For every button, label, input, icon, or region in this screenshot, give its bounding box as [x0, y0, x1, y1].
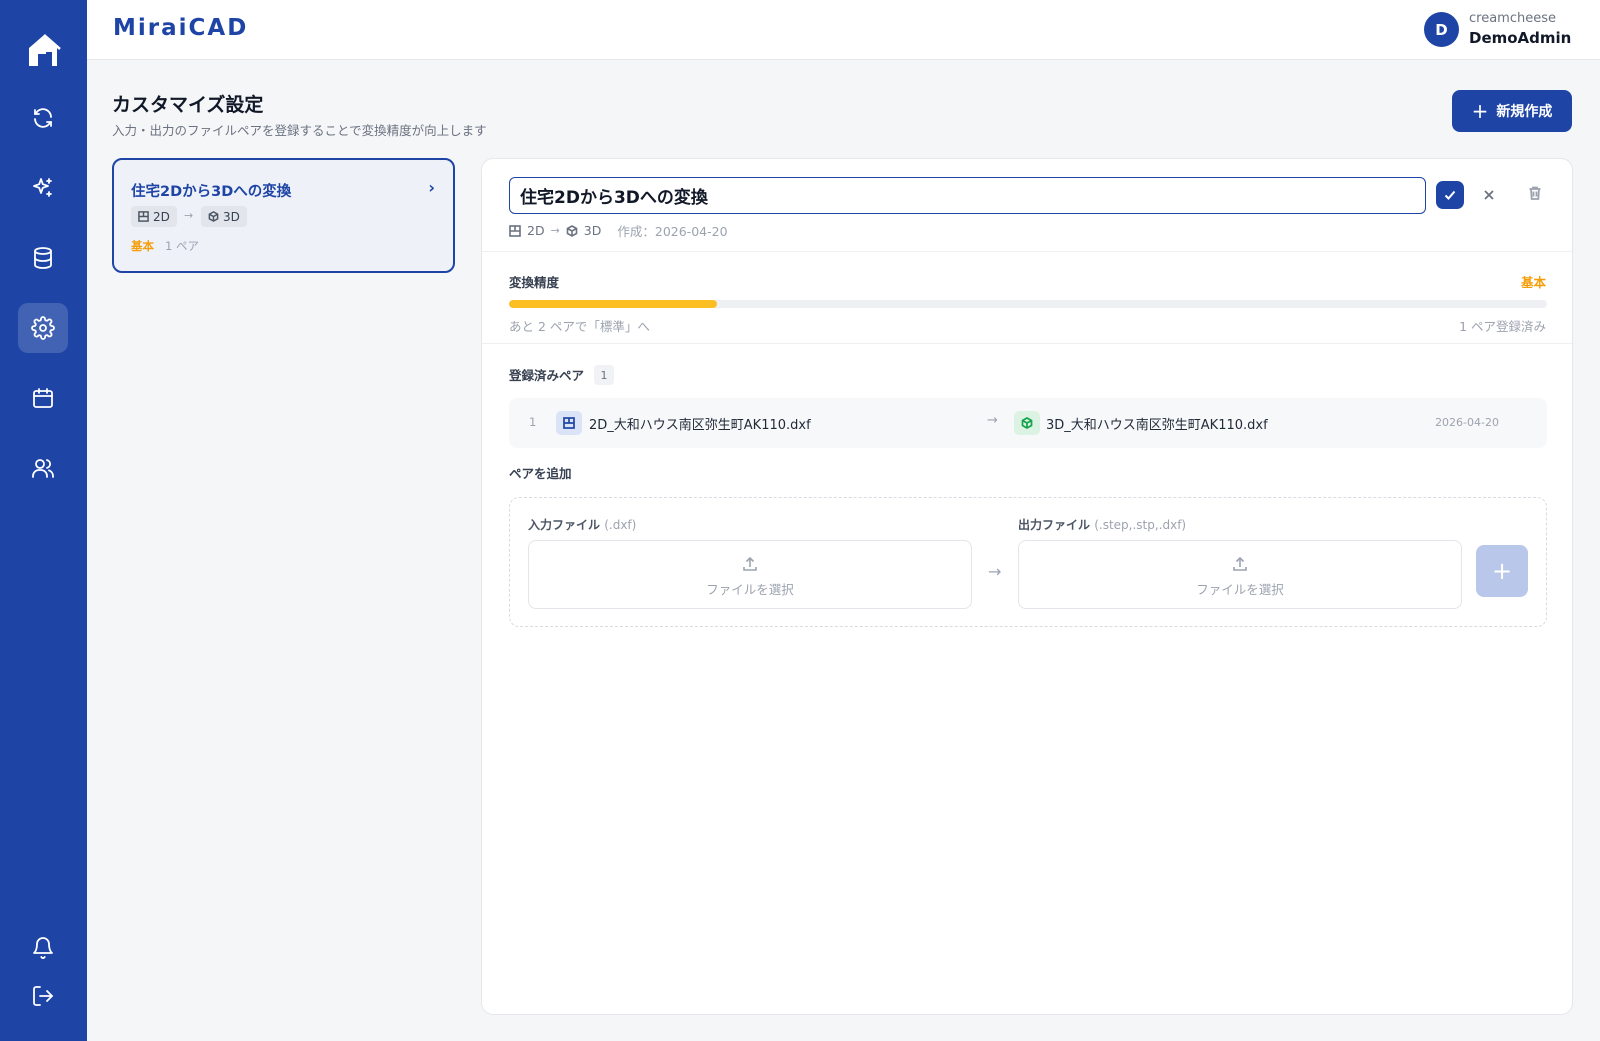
- output-file-dropzone[interactable]: ファイルを選択: [1018, 540, 1462, 609]
- output-type-label: 3D: [583, 223, 602, 238]
- accuracy-progress-fill: [509, 300, 717, 308]
- pair-count: 1 ペア: [165, 239, 199, 253]
- input-file-ext: (.dxf): [604, 518, 637, 532]
- accuracy-label: 変換精度: [509, 275, 560, 290]
- table-row[interactable]: 1 2D_大和ハウス南区弥生町AK110.dxf → 3D_大和ハウス南区弥生町…: [509, 398, 1547, 448]
- select-file-text: ファイルを選択: [706, 582, 794, 597]
- conversion-meta: 2D → 3D 作成：2026-04-20: [509, 221, 728, 240]
- output-file-label-text: 出力ファイル: [1018, 518, 1091, 532]
- floorplan-icon: [509, 224, 521, 237]
- divider: [482, 343, 1572, 344]
- accuracy-progress-bar: [509, 300, 1547, 308]
- pair-date: 2026-04-20: [1435, 416, 1499, 429]
- input-file-label: 入力ファイル (.dxf): [528, 516, 636, 533]
- close-icon: [1484, 190, 1494, 200]
- upload-icon: [743, 556, 757, 571]
- sidebar-item-users[interactable]: [18, 443, 68, 493]
- list-item-title: 住宅2Dから3Dへの変換: [131, 184, 292, 200]
- output-file-label: 出力ファイル (.step,.stp,.dxf): [1018, 516, 1186, 533]
- delete-button[interactable]: [1522, 180, 1548, 206]
- output-type-chip: 3D: [201, 206, 247, 227]
- input-file-dropzone[interactable]: ファイルを選択: [528, 540, 972, 609]
- page-title: カスタマイズ設定: [112, 94, 264, 116]
- cancel-button[interactable]: [1476, 182, 1502, 208]
- chevron-right-icon: ›: [428, 178, 435, 197]
- cube-icon: [566, 224, 578, 237]
- input-type-chip: 2D: [131, 206, 177, 227]
- cube-icon: [1014, 411, 1040, 435]
- accuracy-level-badge: 基本: [1520, 275, 1546, 290]
- input-file-name: 2D_大和ハウス南区弥生町AK110.dxf: [589, 418, 811, 433]
- confirm-button[interactable]: [1436, 181, 1464, 209]
- output-file-ext: (.step,.stp,.dxf): [1094, 518, 1187, 532]
- accuracy-level-badge: 基本: [131, 239, 154, 253]
- trash-icon: [1529, 186, 1541, 200]
- accuracy-hint: あと 2 ペアで「標準」へ: [509, 319, 650, 334]
- created-date: 作成：2026-04-20: [617, 224, 728, 239]
- input-file-label-text: 入力ファイル: [528, 518, 601, 532]
- cube-icon: [208, 211, 219, 222]
- registered-pairs-count: 1: [594, 365, 614, 385]
- select-file-text: ファイルを選択: [1196, 582, 1284, 597]
- sidebar-item-calendar[interactable]: [18, 373, 68, 423]
- bell-icon: [33, 937, 53, 959]
- new-create-button[interactable]: + 新規作成: [1452, 90, 1572, 132]
- brand-logo[interactable]: MiraiCAD: [113, 15, 248, 41]
- sidebar-item-convert[interactable]: [18, 93, 68, 143]
- add-pair-button[interactable]: +: [1476, 545, 1528, 597]
- top-header: MiraiCAD D creamcheese DemoAdmin: [87, 0, 1600, 60]
- upload-icon: [1233, 556, 1247, 571]
- user-name: DemoAdmin: [1469, 29, 1572, 47]
- input-type-label: 2D: [527, 223, 545, 238]
- conversion-name-input[interactable]: [509, 177, 1426, 214]
- gear-icon: [31, 316, 55, 340]
- floorplan-icon: [138, 211, 149, 222]
- sidebar-item-notifications[interactable]: [18, 923, 68, 973]
- registered-pairs-label: 登録済みペア: [509, 368, 585, 383]
- new-create-label: 新規作成: [1496, 104, 1553, 120]
- input-type-label: 2D: [153, 209, 170, 224]
- check-icon: [1444, 190, 1456, 200]
- plus-icon: +: [1471, 99, 1489, 123]
- registered-count-text: 1 ペア登録済み: [1459, 319, 1546, 334]
- divider: [482, 251, 1572, 252]
- sparkles-icon: [33, 178, 52, 197]
- arrow-right-icon: →: [987, 413, 998, 428]
- page-subtitle: 入力・出力のファイルペアを登録することで変換精度が向上します: [112, 123, 487, 138]
- output-file-name: 3D_大和ハウス南区弥生町AK110.dxf: [1046, 418, 1268, 433]
- add-pair-zone: 入力ファイル (.dxf) ファイルを選択 → 出力ファイル (.step,.s…: [509, 497, 1547, 627]
- home-logo-icon[interactable]: [24, 30, 64, 70]
- arrow-right-icon: →: [184, 209, 194, 222]
- row-index: 1: [529, 415, 537, 429]
- logout-icon: [33, 986, 53, 1006]
- floorplan-icon: [556, 411, 582, 435]
- arrow-right-icon: →: [550, 224, 560, 237]
- users-icon: [32, 459, 54, 478]
- arrow-right-icon: →: [988, 562, 1002, 581]
- detail-panel: 2D → 3D 作成：2026-04-20 変換精度 基本 あと 2 ペアで「標…: [481, 158, 1573, 1015]
- add-pair-label: ペアを追加: [509, 466, 572, 481]
- refresh-icon: [34, 108, 52, 128]
- sidebar-item-logout[interactable]: [18, 971, 68, 1021]
- output-type-label: 3D: [223, 209, 240, 224]
- sidebar-item-settings[interactable]: [18, 303, 68, 353]
- sidebar-item-ai[interactable]: [18, 163, 68, 213]
- sidebar-item-database[interactable]: [18, 233, 68, 283]
- database-icon: [34, 247, 52, 269]
- calendar-icon: [33, 388, 53, 408]
- avatar[interactable]: D: [1424, 12, 1459, 47]
- user-org: creamcheese: [1469, 11, 1556, 26]
- sidebar: [0, 0, 87, 1041]
- conversion-list-item[interactable]: 住宅2Dから3Dへの変換 › 2D → 3D 基本 1 ペア: [112, 158, 455, 273]
